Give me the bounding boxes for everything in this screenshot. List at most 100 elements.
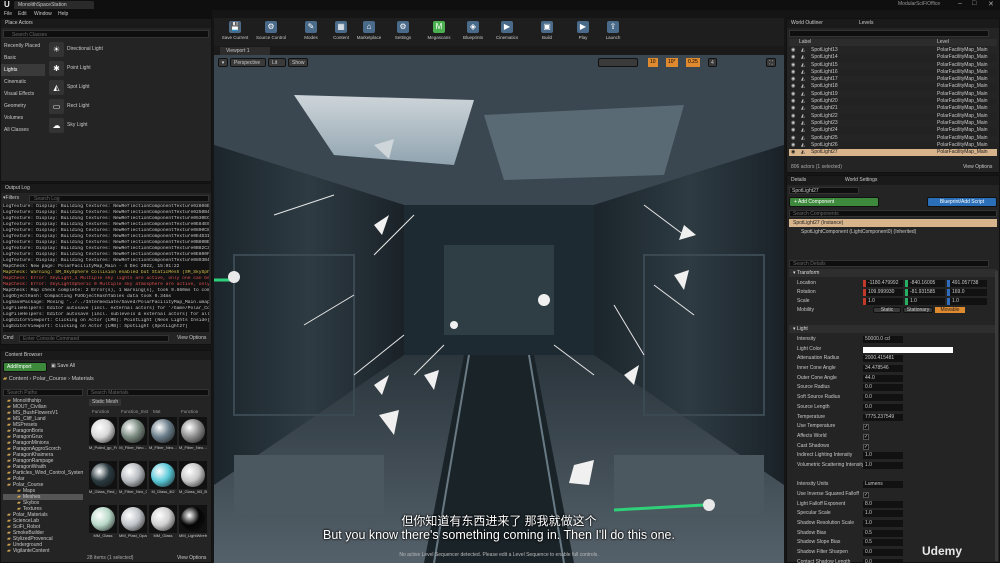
checkbox[interactable]: ✓: [863, 443, 869, 450]
folder-item[interactable]: ▰ VigilanteContent: [3, 548, 83, 554]
asset-tile[interactable]: M_Glass_Red_Optical: [89, 461, 117, 503]
save-all-button[interactable]: ▣ Save All: [51, 363, 75, 369]
mobility-movable[interactable]: Movable: [935, 307, 965, 313]
light-property-field[interactable]: 0.5: [863, 539, 903, 547]
actor-item-point-light[interactable]: ✱ Point Light: [47, 59, 211, 78]
outliner-row[interactable]: ◉ ◭ SpotLight14 PolarFacilityMap_Main: [789, 54, 997, 62]
filter-chip-static-mesh[interactable]: Static Mesh: [89, 399, 122, 406]
transform-tools[interactable]: [598, 58, 638, 67]
details-scrollbar[interactable]: [995, 271, 998, 561]
asset-tile[interactable]: M_Fiber_Neo...Blue: [149, 417, 177, 459]
light-property-field[interactable]: 0.0: [863, 403, 903, 411]
component-root[interactable]: SpotLight27 (Instance): [789, 219, 997, 227]
outliner-row[interactable]: ◉ ◭ SpotLight13 PolarFacilityMap_Main: [789, 47, 997, 54]
lit-button[interactable]: Lit: [268, 58, 286, 67]
asset-tile[interactable]: M_Poled_gp_Function_Inst: [89, 417, 117, 459]
breadcrumb-content[interactable]: Content: [9, 376, 28, 382]
outliner-row[interactable]: ◉ ◭ SpotLight15 PolarFacilityMap_Main: [789, 62, 997, 69]
outliner-row[interactable]: ◉ ◭ SpotLight23 PolarFacilityMap_Main: [789, 120, 997, 127]
category-cinematic[interactable]: Cinematic: [1, 76, 45, 88]
viewport-options-button[interactable]: ▾: [218, 58, 228, 67]
actor-name-field[interactable]: SpotLight27: [789, 187, 859, 194]
light-property-field[interactable]: 0.5: [863, 529, 903, 537]
outliner-row[interactable]: ◉ ◭ SpotLight20 PolarFacilityMap_Main: [789, 98, 997, 106]
light-color-swatch[interactable]: [863, 346, 953, 353]
visibility-eye-icon[interactable]: ◉: [791, 62, 795, 69]
menu-window[interactable]: Window: [34, 11, 52, 17]
menu-help[interactable]: Help: [58, 11, 68, 17]
add-component-button[interactable]: + Add Component: [789, 197, 879, 207]
marketplace-button[interactable]: ⌂ Marketplace: [352, 20, 386, 44]
light-property-field[interactable]: 0.0: [863, 384, 903, 392]
category-basic[interactable]: Basic: [1, 52, 45, 64]
blueprints-button[interactable]: ◈ Blueprints: [456, 20, 490, 44]
transform-x-field[interactable]: -1180.479992: [863, 280, 903, 287]
transform-y-field[interactable]: 1.0: [905, 298, 945, 305]
mobility-stationary[interactable]: Stationary: [903, 307, 933, 313]
visibility-eye-icon[interactable]: ◉: [791, 113, 795, 120]
category-volumes[interactable]: Volumes: [1, 112, 45, 124]
outliner-row[interactable]: ◉ ◭ SpotLight21 PolarFacilityMap_Main: [789, 105, 997, 112]
output-log-tab[interactable]: Output Log: [1, 184, 211, 193]
tab-levels[interactable]: Levels: [859, 19, 873, 28]
visibility-eye-icon[interactable]: ◉: [791, 47, 795, 54]
column-label[interactable]: Label: [799, 39, 811, 45]
tab-details[interactable]: Details: [791, 177, 806, 183]
transform-y-field[interactable]: -840.16005: [905, 280, 945, 287]
outliner-row[interactable]: ◉ ◭ SpotLight16 PolarFacilityMap_Main: [789, 68, 997, 77]
menu-edit[interactable]: Edit: [18, 11, 27, 17]
actor-item-directional-light[interactable]: ☀ Directional Light: [47, 40, 211, 59]
asset-tile[interactable]: MM_Glass: [149, 505, 177, 547]
blueprint-script-button[interactable]: Blueprint/Add Script: [927, 197, 997, 207]
perspective-button[interactable]: Perspective: [230, 58, 266, 67]
checkbox[interactable]: ✓: [863, 424, 869, 431]
outliner-row[interactable]: ◉ ◭ SpotLight22 PolarFacilityMap_Main: [789, 112, 997, 120]
viewport-tab[interactable]: Viewport 1: [220, 47, 270, 55]
place-actors-search[interactable]: Search Classes: [3, 30, 209, 38]
outliner-row[interactable]: ◉ ◭ SpotLight17 PolarFacilityMap_Main: [789, 76, 997, 83]
outliner-row[interactable]: ◉ ◭ SpotLight18 PolarFacilityMap_Main: [789, 83, 997, 91]
tab-map-name[interactable]: MonolithSpaceStation: [14, 1, 94, 9]
light-property-field[interactable]: 1.0: [863, 461, 903, 469]
visibility-eye-icon[interactable]: ◉: [791, 76, 795, 83]
log-view-options[interactable]: View Options: [177, 335, 206, 341]
place-actors-tab[interactable]: Place Actors: [1, 19, 211, 28]
log-search-input[interactable]: Search Log: [29, 195, 209, 202]
build-button[interactable]: ▣ Build: [530, 20, 564, 44]
transform-x-field[interactable]: 1.0: [863, 298, 903, 305]
light-header[interactable]: ▾ Light: [789, 325, 997, 333]
asset-tile[interactable]: MM_Glass: [89, 505, 117, 547]
outliner-search[interactable]: [789, 30, 989, 37]
outliner-row[interactable]: ◉ ◭ SpotLight19 PolarFacilityMap_Main: [789, 91, 997, 98]
scale-snap-button[interactable]: 0.25: [686, 58, 700, 67]
visibility-eye-icon[interactable]: ◉: [791, 69, 795, 76]
category-geometry[interactable]: Geometry: [1, 100, 45, 112]
transform-z-field[interactable]: 491.057738: [947, 280, 987, 287]
asset-tile[interactable]: M_Fiber_Neo...Mo...: [179, 417, 207, 459]
transform-header[interactable]: ▾ Transform: [789, 269, 997, 277]
details-search[interactable]: Search Details: [789, 260, 989, 267]
light-property-field[interactable]: 8.0: [863, 500, 903, 508]
asset-tile[interactable]: M_Glass_lit2: [149, 461, 177, 503]
category-lights[interactable]: Lights: [1, 64, 45, 76]
light-property-field[interactable]: Lumens: [863, 481, 903, 489]
light-property-field[interactable]: 0.0: [863, 558, 903, 563]
actor-item-rect-light[interactable]: ▭ Rect Light: [47, 97, 211, 116]
breadcrumb-materials[interactable]: Materials: [71, 376, 93, 382]
light-property-field[interactable]: 50000.0 cd: [863, 336, 903, 343]
light-property-field[interactable]: 0.0: [863, 549, 903, 557]
transform-x-field[interactable]: 109.999930: [863, 289, 903, 296]
category-visual-effects[interactable]: Visual Effects: [1, 88, 45, 100]
checkbox[interactable]: ✓: [863, 492, 869, 498]
light-property-field[interactable]: 0.0: [863, 394, 903, 402]
asset-tile[interactable]: MM_Plast_Opaque: [119, 505, 147, 547]
tab-world-settings[interactable]: World Settings: [845, 176, 877, 185]
viewport[interactable]: ▾ Perspective Lit Show 10 10° 0.25 4 ⛶ N…: [214, 55, 784, 563]
megascans-button[interactable]: M Megascans: [422, 20, 456, 44]
menu-file[interactable]: File: [4, 11, 12, 17]
tab-world-outliner[interactable]: World Outliner: [791, 20, 823, 26]
transform-z-field[interactable]: 1.0: [947, 298, 987, 305]
log-filters-button[interactable]: ▾Filters: [3, 195, 27, 202]
checkbox[interactable]: ✓: [863, 433, 869, 440]
visibility-eye-icon[interactable]: ◉: [791, 127, 795, 134]
